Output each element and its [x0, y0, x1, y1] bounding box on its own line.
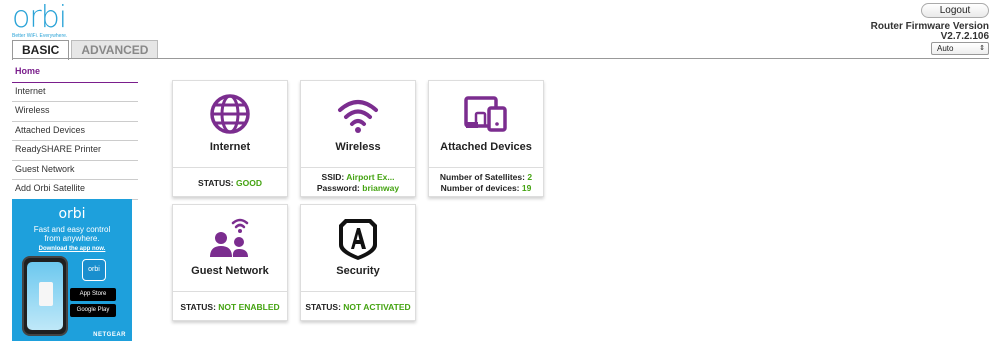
header-divider: [12, 58, 989, 59]
select-arrows-icon: ⇕: [979, 45, 985, 52]
card-title: Internet: [209, 141, 251, 153]
sidebar-nav: Home Internet Wireless Attached Devices …: [12, 63, 138, 200]
logo-tagline: Better WiFi. Everywhere.: [12, 33, 68, 39]
phone-screen: [27, 262, 63, 330]
password-label: Password:: [316, 183, 360, 193]
card-title: Guest Network: [191, 265, 269, 277]
satellites-value: 2: [527, 172, 533, 182]
card-status: SSID: Airport Ex... Password: brianway: [301, 168, 415, 198]
sidebar-item-guest-network[interactable]: Guest Network: [12, 161, 138, 180]
card-status: Number of Satellites: 2 Number of device…: [429, 168, 543, 198]
security-card[interactable]: Security STATUS: NOT ACTIVATED: [300, 204, 416, 321]
sidebar-item-internet[interactable]: Internet: [12, 83, 138, 102]
ssid-label: SSID:: [321, 172, 345, 182]
promo-logo: orbi: [58, 206, 86, 222]
guest-users-icon: [173, 217, 287, 259]
promo-line-1: Fast and easy control: [33, 225, 111, 234]
netgear-logo: NETGEAR: [93, 332, 126, 338]
tab-advanced[interactable]: ADVANCED: [71, 40, 159, 59]
app-store-button[interactable]: App Store: [70, 288, 116, 301]
attached-devices-card[interactable]: Attached Devices Number of Satellites: 2…: [428, 80, 544, 197]
orbi-app-icon: orbi: [82, 259, 106, 281]
phone-image: [22, 256, 68, 336]
sidebar-item-add-satellite[interactable]: Add Orbi Satellite: [12, 180, 138, 200]
sidebar-item-home[interactable]: Home: [12, 63, 138, 83]
wireless-card[interactable]: Wireless SSID: Airport Ex... Password: b…: [300, 80, 416, 197]
orbi-logo[interactable]: orbi Better WiFi. Everywhere.: [12, 0, 68, 40]
language-select[interactable]: Auto ⇕: [931, 42, 989, 55]
logo-wordmark: orbi: [12, 0, 67, 35]
card-status: STATUS: NOT ENABLED: [173, 292, 287, 322]
globe-icon: [173, 93, 287, 135]
wifi-icon: [301, 93, 415, 135]
google-play-button[interactable]: Google Play: [70, 304, 116, 317]
status-label: STATUS:: [198, 177, 234, 188]
logout-button[interactable]: Logout: [921, 3, 989, 18]
devices-label: Number of devices:: [440, 183, 520, 193]
card-title: Security: [336, 265, 380, 277]
card-status: STATUS: GOOD: [173, 168, 287, 198]
satellites-label: Number of Satellites:: [439, 172, 525, 182]
status-label: STATUS:: [180, 301, 216, 312]
devices-value: 19: [521, 183, 532, 193]
app-promo-banner[interactable]: orbi Fast and easy control from anywhere…: [12, 199, 132, 341]
card-title: Wireless: [335, 141, 381, 153]
guest-network-card[interactable]: Guest Network STATUS: NOT ENABLED: [172, 204, 288, 321]
sidebar-item-wireless[interactable]: Wireless: [12, 102, 138, 122]
devices-icon: [429, 93, 543, 135]
ssid-value: Airport Ex...: [346, 172, 395, 182]
status-value: GOOD: [235, 177, 262, 188]
promo-download-link[interactable]: Download the app now.: [12, 246, 132, 252]
status-value: NOT ACTIVATED: [343, 301, 411, 312]
password-value: brianway: [362, 183, 400, 193]
armor-shield-icon: [301, 217, 415, 260]
card-status: STATUS: NOT ACTIVATED: [301, 292, 415, 322]
tab-basic[interactable]: BASIC: [12, 40, 70, 60]
promo-line-2: from anywhere.: [44, 234, 100, 243]
card-title: Attached Devices: [440, 141, 532, 153]
sidebar-item-attached-devices[interactable]: Attached Devices: [12, 122, 138, 141]
firmware-version: V2.7.2.106: [940, 31, 989, 42]
sidebar-item-readyshare-printer[interactable]: ReadySHARE Printer: [12, 141, 138, 161]
language-select-value: Auto: [937, 44, 954, 53]
main-tabs: BASIC ADVANCED: [12, 40, 159, 60]
status-value: NOT ENABLED: [218, 301, 280, 312]
internet-card[interactable]: Internet STATUS: GOOD: [172, 80, 288, 197]
orbi-device-image: [39, 282, 53, 306]
status-label: STATUS:: [305, 301, 341, 312]
